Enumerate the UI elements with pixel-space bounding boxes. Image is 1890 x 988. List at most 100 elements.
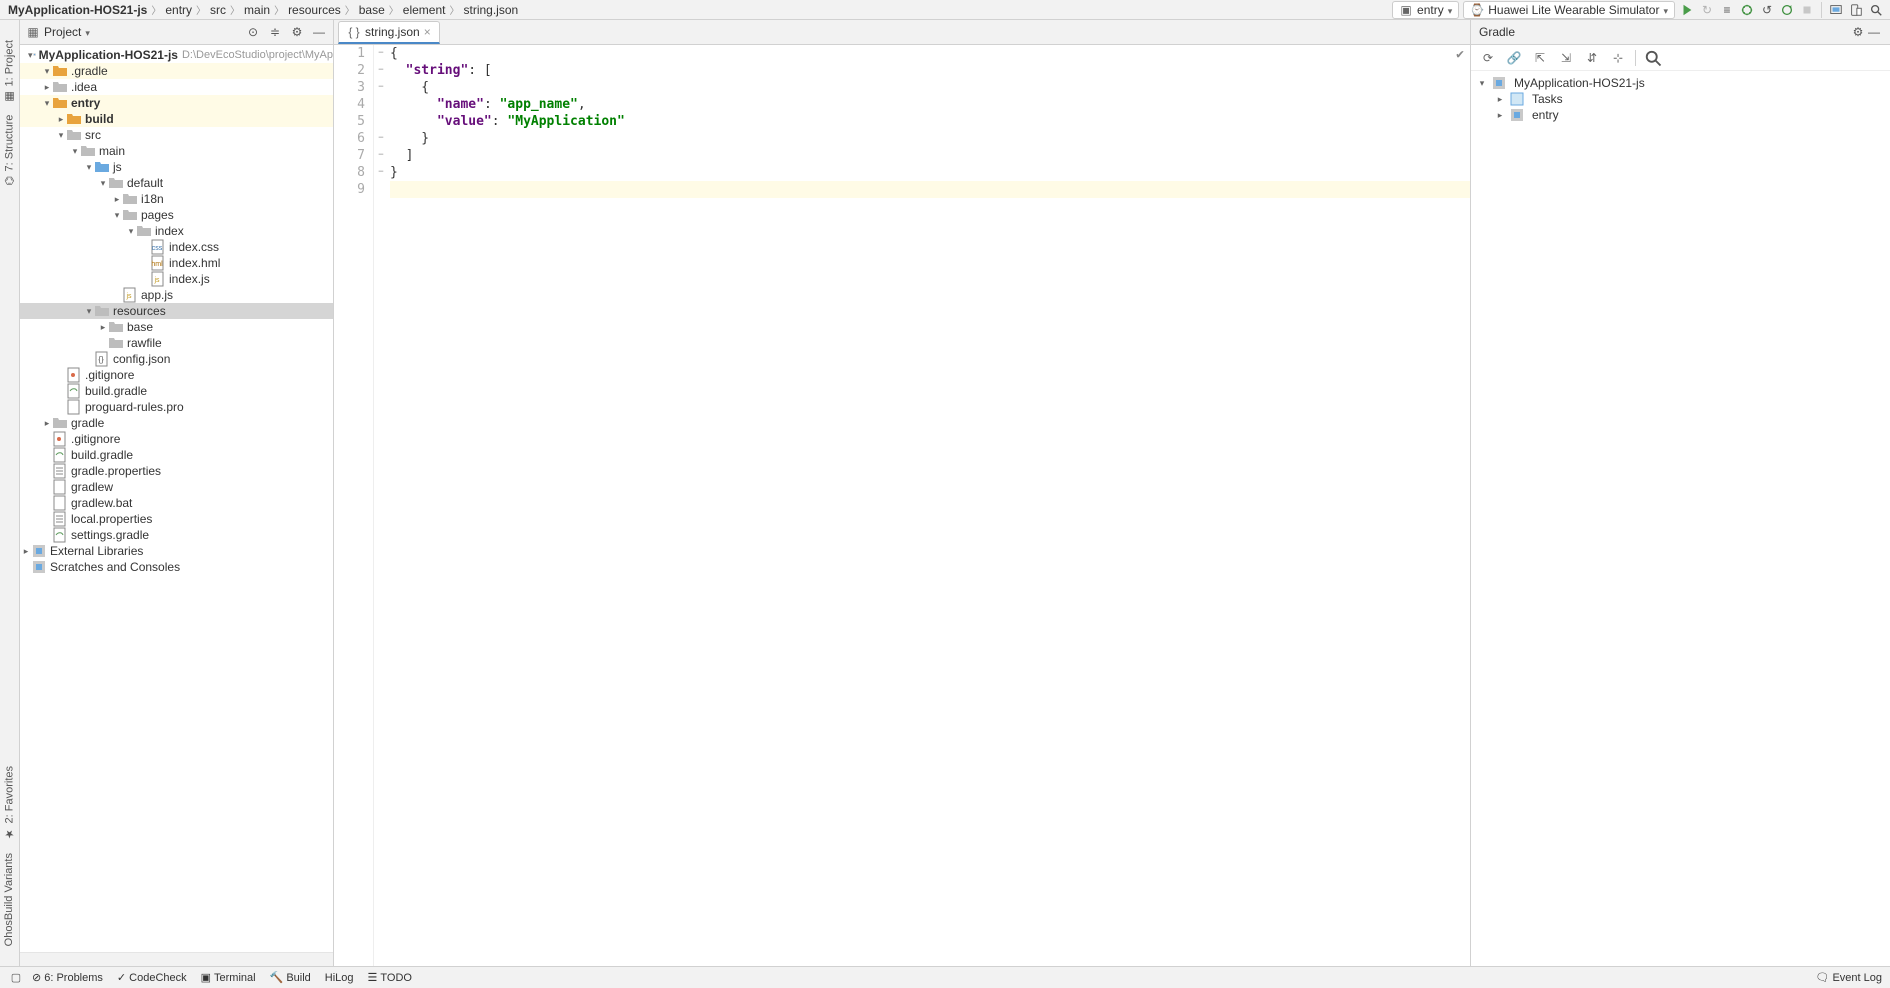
tree-arrow-icon[interactable]: ▾: [98, 178, 108, 189]
search-icon[interactable]: [1868, 2, 1884, 18]
collapse-all-icon[interactable]: ⇲: [1555, 47, 1577, 69]
expand-all-icon[interactable]: ⇱: [1529, 47, 1551, 69]
status-event-log[interactable]: 🗨Event Log: [1815, 971, 1882, 984]
toggle-offline-icon[interactable]: ⊹: [1607, 47, 1629, 69]
editor-body[interactable]: 123456789 −−−−−− { "string": [ { "name":…: [334, 45, 1470, 966]
settings-icon[interactable]: ⚙: [1850, 24, 1866, 40]
tree-item[interactable]: ▸.idea: [20, 79, 333, 95]
tree-item[interactable]: ▾index: [20, 223, 333, 239]
locate-icon[interactable]: ⊙: [245, 24, 261, 40]
profile-icon[interactable]: ↺: [1759, 2, 1775, 18]
editor-tab-string-json[interactable]: { } string.json ×: [338, 21, 440, 44]
tree-item[interactable]: cssindex.css: [20, 239, 333, 255]
tree-arrow-icon[interactable]: ▾: [112, 210, 122, 221]
breadcrumb-item[interactable]: base: [357, 3, 387, 17]
tree-arrow-icon[interactable]: ▸: [42, 82, 52, 93]
horizontal-scrollbar[interactable]: [20, 952, 333, 966]
debug-icon[interactable]: [1739, 2, 1755, 18]
tree-arrow-icon[interactable]: ▾: [84, 306, 94, 317]
tree-item[interactable]: ▸i18n: [20, 191, 333, 207]
gradle-item[interactable]: ▸entry: [1477, 107, 1884, 123]
tree-item[interactable]: .gitignore: [20, 367, 333, 383]
tree-item[interactable]: ▸gradle: [20, 415, 333, 431]
close-icon[interactable]: ×: [424, 25, 431, 39]
tree-arrow-icon[interactable]: ▾: [42, 98, 52, 109]
refresh-icon[interactable]: ⟳: [1477, 47, 1499, 69]
tree-item[interactable]: ▾pages: [20, 207, 333, 223]
previewer-icon[interactable]: [1828, 2, 1844, 18]
tree-item[interactable]: ▾MyApplication-HOS21-jsD:\DevEcoStudio\p…: [20, 47, 333, 63]
tree-arrow-icon[interactable]: ▸: [112, 194, 122, 205]
status-problems[interactable]: ⊘6: Problems: [32, 971, 103, 984]
hide-icon[interactable]: —: [311, 24, 327, 40]
tree-arrow-icon[interactable]: ▸: [56, 114, 66, 125]
tree-arrow-icon[interactable]: ▸: [21, 546, 31, 557]
tree-item[interactable]: rawfile: [20, 335, 333, 351]
gradle-tree[interactable]: ▾MyApplication-HOS21-js▸Tasks▸entry: [1471, 71, 1890, 127]
tree-item[interactable]: ▾default: [20, 175, 333, 191]
tree-item[interactable]: gradlew: [20, 479, 333, 495]
collapse-icon[interactable]: ≑: [267, 24, 283, 40]
tree-item[interactable]: local.properties: [20, 511, 333, 527]
tree-arrow-icon[interactable]: ▾: [126, 226, 136, 237]
tool-windows-icon[interactable]: ▢: [8, 970, 24, 986]
search-icon[interactable]: [1642, 47, 1664, 69]
run-icon[interactable]: [1679, 2, 1695, 18]
tree-item[interactable]: .gitignore: [20, 431, 333, 447]
breadcrumb-item[interactable]: main: [242, 3, 272, 17]
tree-arrow-icon[interactable]: ▾: [42, 66, 52, 77]
link-project-icon[interactable]: 🔗: [1503, 47, 1525, 69]
breadcrumb-item[interactable]: resources: [286, 3, 343, 17]
project-tree[interactable]: ▾MyApplication-HOS21-jsD:\DevEcoStudio\p…: [20, 45, 333, 952]
tool-window-project[interactable]: ▦1: Project: [3, 40, 16, 103]
status-todo[interactable]: ☰TODO: [368, 971, 412, 984]
stop-icon[interactable]: [1799, 2, 1815, 18]
tool-window-variants[interactable]: OhosBuild Variants: [3, 853, 15, 946]
show-settings-icon[interactable]: ⇵: [1581, 47, 1603, 69]
tree-item[interactable]: ▾src: [20, 127, 333, 143]
gradle-root[interactable]: ▾MyApplication-HOS21-js: [1477, 75, 1884, 91]
tree-item[interactable]: build.gradle: [20, 447, 333, 463]
breadcrumb-item[interactable]: entry: [163, 3, 194, 17]
status-build[interactable]: 🔨Build: [270, 971, 311, 984]
breadcrumb-item[interactable]: src: [208, 3, 228, 17]
tree-item[interactable]: Scratches and Consoles: [20, 559, 333, 575]
tree-item[interactable]: {}config.json: [20, 351, 333, 367]
breadcrumb-item[interactable]: string.json: [461, 3, 520, 17]
tree-item[interactable]: settings.gradle: [20, 527, 333, 543]
tree-item[interactable]: ▸build: [20, 111, 333, 127]
status-hilog[interactable]: HiLog: [325, 971, 354, 984]
tree-item[interactable]: ▾.gradle: [20, 63, 333, 79]
tree-item[interactable]: jsapp.js: [20, 287, 333, 303]
tree-arrow-icon[interactable]: ▸: [42, 418, 52, 429]
status-codecheck[interactable]: ✓CodeCheck: [117, 971, 187, 984]
tree-item[interactable]: ▾entry: [20, 95, 333, 111]
debug-run-icon[interactable]: ↻: [1699, 2, 1715, 18]
breadcrumb-item[interactable]: element: [401, 3, 448, 17]
breadcrumb-item[interactable]: MyApplication-HOS21-js: [6, 3, 149, 17]
tree-item[interactable]: hmlindex.hml: [20, 255, 333, 271]
tool-window-favorites[interactable]: ★2: Favorites: [3, 766, 16, 840]
code-content[interactable]: { "string": [ { "name": "app_name", "val…: [388, 45, 1470, 966]
tree-arrow-icon[interactable]: ▾: [70, 146, 80, 157]
tree-item[interactable]: gradle.properties: [20, 463, 333, 479]
tool-window-structure[interactable]: ⌬7: Structure: [3, 115, 16, 185]
tree-arrow-icon[interactable]: ▾: [56, 130, 66, 141]
tree-item[interactable]: gradlew.bat: [20, 495, 333, 511]
gradle-item[interactable]: ▸Tasks: [1477, 91, 1884, 107]
hide-icon[interactable]: —: [1866, 24, 1882, 40]
tree-item[interactable]: ▾main: [20, 143, 333, 159]
tree-item[interactable]: proguard-rules.pro: [20, 399, 333, 415]
coverage-icon[interactable]: ≡: [1719, 2, 1735, 18]
tree-arrow-icon[interactable]: ▸: [98, 322, 108, 333]
tree-arrow-icon[interactable]: ▾: [84, 162, 94, 173]
tree-item[interactable]: build.gradle: [20, 383, 333, 399]
status-terminal[interactable]: ▣Terminal: [201, 971, 256, 984]
fold-gutter[interactable]: −−−−−−: [374, 45, 388, 966]
attach-icon[interactable]: [1779, 2, 1795, 18]
module-selector[interactable]: ▣ entry: [1392, 1, 1459, 19]
inspection-checkmark-icon[interactable]: ✔: [1456, 47, 1464, 62]
chevron-down-icon[interactable]: [85, 25, 90, 39]
device-manager-icon[interactable]: [1848, 2, 1864, 18]
tree-item[interactable]: jsindex.js: [20, 271, 333, 287]
